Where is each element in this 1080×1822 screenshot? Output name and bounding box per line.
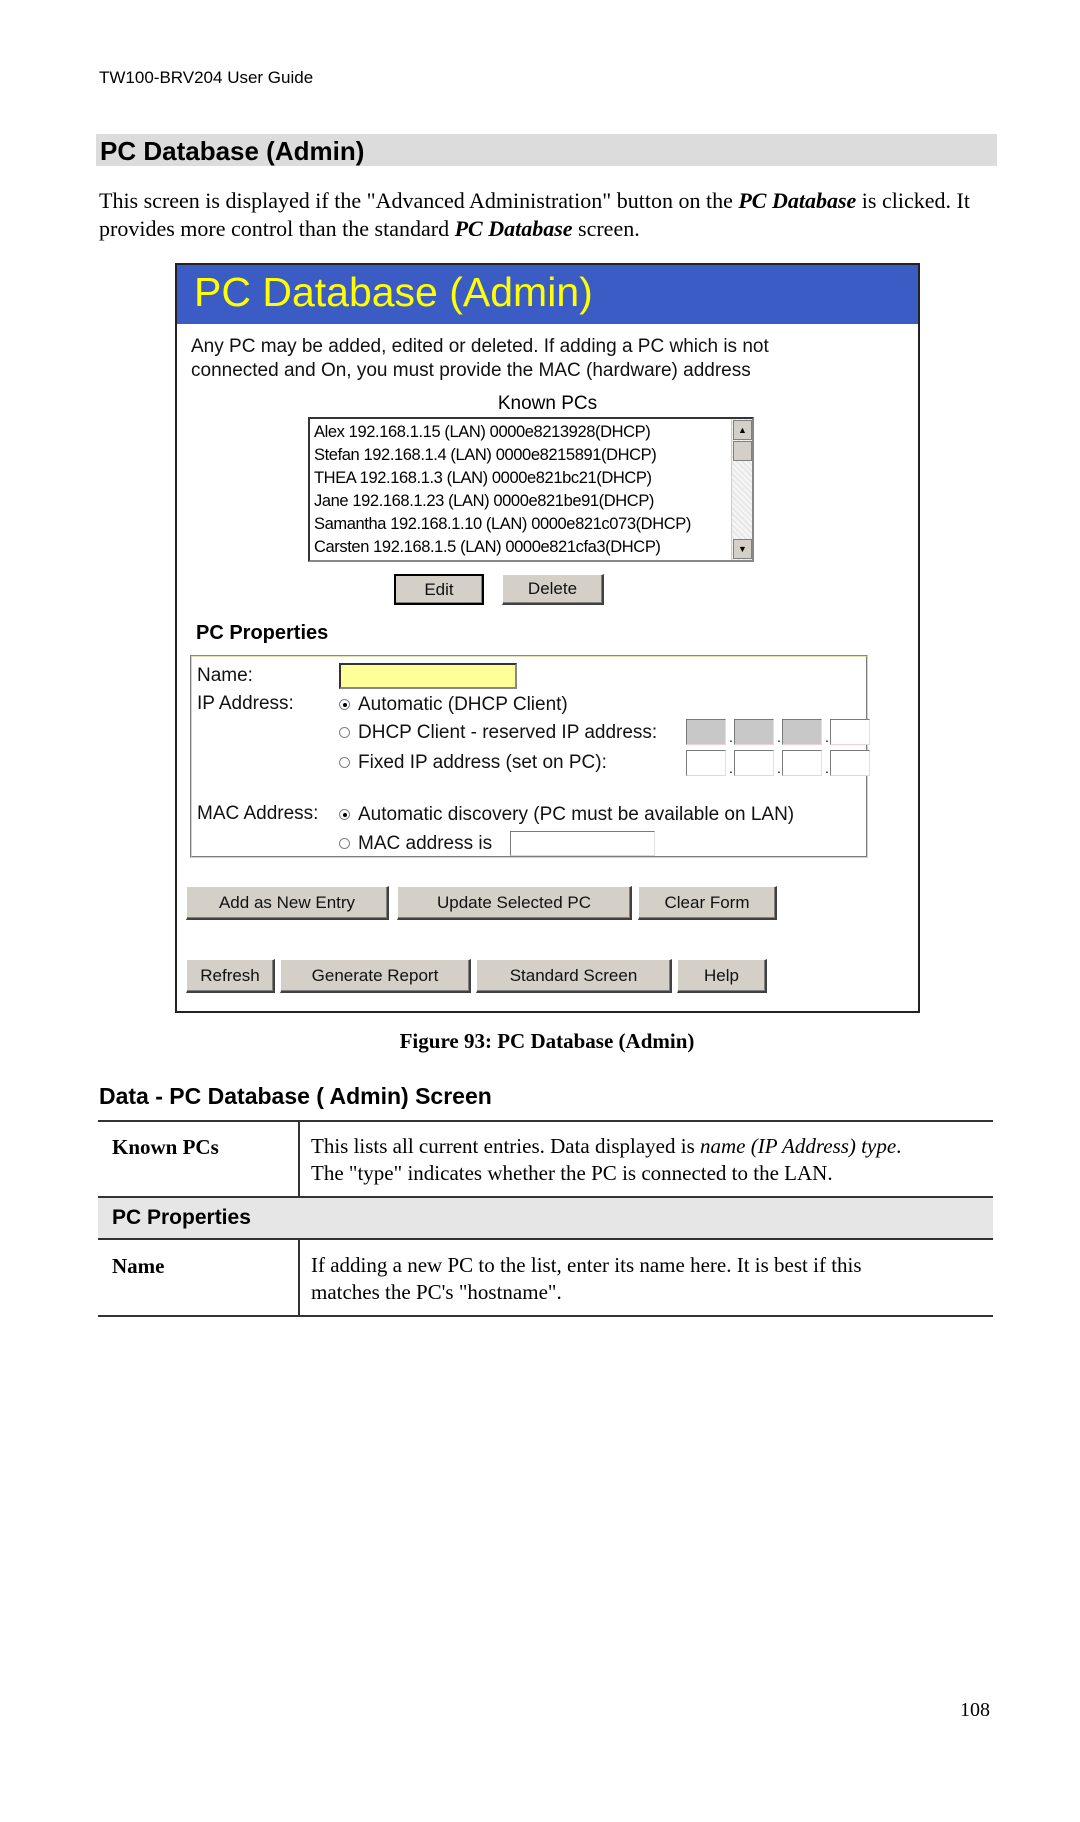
row-label-known-pcs: Known PCs [112,1135,219,1159]
mac-address-input[interactable] [510,831,655,856]
ip-dot: . [777,760,781,776]
ip-dot: . [729,729,733,745]
window-description: Any PC may be added, edited or deleted. … [191,335,891,383]
figure-caption: Figure 93: PC Database (Admin) [399,1029,695,1053]
intro-emphasis: PC Database [738,188,857,213]
known-pc-list-item[interactable]: Samantha 192.168.1.10 (LAN) 0000e821c073… [314,513,730,536]
desc-text: This lists all current entries. Data dis… [311,1134,700,1158]
ip-fixed-radio[interactable] [339,757,350,768]
scroll-thumb[interactable] [733,441,752,461]
reserved-ip-octet-2[interactable] [734,719,774,745]
pc-properties-title: PC Properties [196,622,329,644]
ip-address-label: IP Address: [197,693,294,714]
running-header: TW100-BRV204 User Guide [99,68,314,87]
known-pc-list-item[interactable]: Carsten 192.168.1.5 (LAN) 0000e821cfa3(D… [314,536,730,559]
name-label: Name: [197,665,253,686]
known-pc-list-item[interactable]: Stefan 192.168.1.4 (LAN) 0000e8215891(DH… [314,444,730,467]
desc-text: If adding a new PC to the list, enter it… [311,1253,862,1277]
row-desc-name: If adding a new PC to the list, enter it… [311,1252,981,1306]
update-selected-pc-button[interactable]: Update Selected PC [397,886,632,920]
row-label-name: Name [112,1254,165,1278]
known-pc-list-item[interactable]: THEA 192.168.1.3 (LAN) 0000e821bc21(DHCP… [314,467,730,490]
desc-emphasis: name (IP Address) type [700,1134,897,1158]
delete-button[interactable]: Delete [502,574,604,605]
window-title-bar: PC Database (Admin) [177,265,918,324]
reserved-ip-octet-4[interactable] [830,719,870,745]
scroll-up-arrow-icon[interactable]: ▲ [733,420,752,440]
description-line: Any PC may be added, edited or deleted. … [191,336,769,357]
mac-option-label: Automatic discovery (PC must be availabl… [358,804,795,825]
fixed-ip-octet-3[interactable] [782,750,822,776]
fixed-ip-octet-4[interactable] [830,750,870,776]
refresh-button[interactable]: Refresh [186,959,275,993]
ip-dot: . [825,729,829,745]
reserved-ip-octet-1[interactable] [686,719,726,745]
data-heading: Data - PC Database ( Admin) Screen [99,1083,492,1109]
table-rule [98,1120,993,1122]
known-pc-list-item[interactable]: Alex 192.168.1.15 (LAN) 0000e8213928(DHC… [314,421,730,444]
ip-reserved-radio[interactable] [339,727,350,738]
description-line: connected and On, you must provide the M… [191,360,751,381]
ip-automatic-radio[interactable] [339,699,350,710]
known-pc-list-item[interactable]: Jane 192.168.1.23 (LAN) 0000e821be91(DHC… [314,490,730,513]
column-divider [298,1120,300,1197]
fixed-ip-octet-2[interactable] [734,750,774,776]
column-divider [298,1238,300,1315]
ip-option-label: Fixed IP address (set on PC): [358,752,607,773]
table-rule [98,1238,993,1240]
clear-form-button[interactable]: Clear Form [638,886,777,920]
mac-option-label: MAC address is [358,833,493,854]
name-input[interactable] [339,663,517,689]
section-row-pc-properties: PC Properties [112,1206,251,1229]
pc-properties-group: Name: IP Address: Automatic (DHCP Client… [190,655,870,858]
fixed-ip-octet-1[interactable] [686,750,726,776]
intro-emphasis: PC Database [454,216,573,241]
generate-report-button[interactable]: Generate Report [280,959,471,993]
ip-dot: . [777,729,781,745]
pc-database-admin-window: PC Database (Admin) Any PC may be added,… [175,263,920,1013]
add-new-entry-button[interactable]: Add as New Entry [186,886,389,920]
section-title: PC Database (Admin) [100,136,365,166]
intro-text: screen. [572,216,640,241]
ip-option-label: DHCP Client - reserved IP address: [358,722,658,743]
edit-button[interactable]: Edit [394,574,484,605]
intro-paragraph: This screen is displayed if the "Advance… [99,187,979,243]
help-button[interactable]: Help [677,959,767,993]
standard-screen-button[interactable]: Standard Screen [476,959,672,993]
known-pcs-listbox[interactable]: Alex 192.168.1.15 (LAN) 0000e8213928(DHC… [308,417,754,562]
ip-dot: . [729,760,733,776]
known-pcs-label: Known PCs [497,393,598,414]
window-title: PC Database (Admin) [194,269,593,315]
mac-address-label: MAC Address: [197,803,319,824]
desc-text: . [896,1134,902,1158]
mac-manual-radio[interactable] [339,838,350,849]
table-rule [98,1315,993,1317]
row-desc-known-pcs: This lists all current entries. Data dis… [311,1133,981,1187]
desc-text: matches the PC's "hostname". [311,1280,562,1304]
table-rule [98,1196,993,1198]
listbox-scrollbar[interactable]: ▲ ▼ [731,419,752,560]
page-number: 108 [960,1699,990,1721]
intro-text: This screen is displayed if the "Advance… [99,188,739,213]
ip-option-label: Automatic (DHCP Client) [358,694,568,715]
scroll-down-arrow-icon[interactable]: ▼ [733,539,752,559]
ip-dot: . [825,760,829,776]
desc-text: The "type" indicates whether the PC is c… [311,1161,833,1185]
mac-automatic-radio[interactable] [339,809,350,820]
reserved-ip-octet-3[interactable] [782,719,822,745]
